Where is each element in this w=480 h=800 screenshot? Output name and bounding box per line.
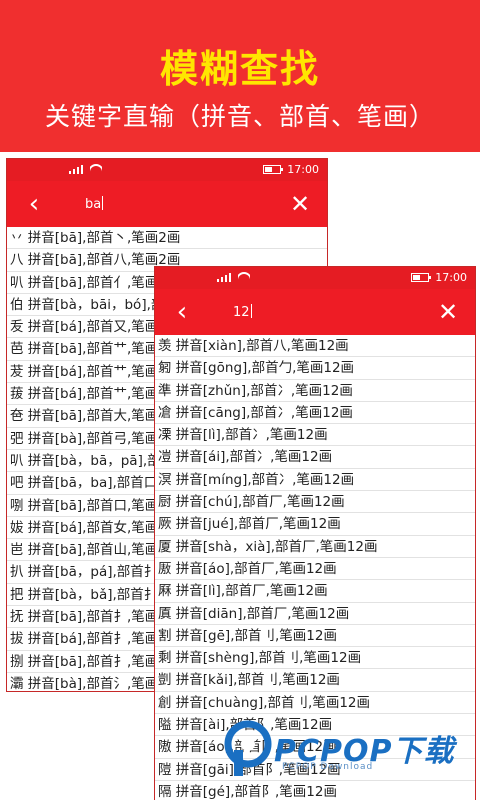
search-input[interactable]: ba [85,196,104,212]
search-input[interactable]: 12 [233,304,252,320]
list-item[interactable]: 凒 拼音[ái],部首冫,笔画12画 [155,446,475,469]
status-time: 17:00 [287,163,319,176]
list-item[interactable]: 割 拼音[gē],部首刂,笔画12画 [155,625,475,648]
list-item[interactable]: 羡 拼音[xiàn],部首八,笔画12画 [155,335,475,358]
pcpop-logo-icon [224,720,272,776]
battery-icon [411,273,432,282]
list-item[interactable]: 厫 拼音[áo],部首厂,笔画12画 [155,558,475,581]
list-item[interactable]: 厧 拼音[diān],部首厂,笔画12画 [155,603,475,625]
banner-title: 模糊查找 [159,47,320,91]
watermark-subtitle: PCPOP Download [282,762,374,772]
status-bar: 17:00 [7,159,327,181]
battery-icon [263,165,284,174]
list-item[interactable]: 準 拼音[zhǔn],部首冫,笔画12画 [155,380,475,402]
wifi-icon [90,164,102,174]
list-item[interactable]: 剴 拼音[kǎi],部首刂,笔画12画 [155,669,475,692]
list-item[interactable]: 溟 拼音[míng],部首冫,笔画12画 [155,469,475,492]
pcpop-watermark: PCPOP下载 PCPOP Download [222,716,474,786]
banner-subtitle: 关键字直输（拼音、部首、笔画） [44,102,435,131]
search-toolbar: ‹ 12 ✕ [155,289,475,335]
wifi-icon [238,272,250,282]
close-icon[interactable]: ✕ [431,295,465,329]
chevron-left-icon[interactable]: ‹ [165,295,199,329]
list-item[interactable]: 匑 拼音[gōng],部首勹,笔画12画 [155,357,475,380]
search-toolbar: ‹ ba ✕ [7,181,327,227]
status-time: 17:00 [435,271,467,284]
list-item[interactable]: 厨 拼音[chú],部首厂,笔画12画 [155,491,475,514]
list-item[interactable]: 厦 拼音[shà，xià],部首厂,笔画12画 [155,536,475,558]
promo-banner: 模糊查找 关键字直输（拼音、部首、笔画） [0,0,480,152]
list-item[interactable]: 丷 拼音[bā],部首丶,笔画2画 [7,227,327,250]
chevron-left-icon[interactable]: ‹ [17,187,51,221]
list-item[interactable]: 厥 拼音[jué],部首厂,笔画12画 [155,513,475,536]
status-bar: 17:00 [155,267,475,289]
watermark-brand-cn: 下载 [392,734,455,769]
close-icon[interactable]: ✕ [283,187,317,221]
list-item[interactable]: 凔 拼音[cāng],部首冫,笔画12画 [155,402,475,425]
list-item[interactable]: 創 拼音[chuàng],部首刂,笔画12画 [155,692,475,715]
list-item[interactable]: 凓 拼音[lì],部首冫,笔画12画 [155,424,475,447]
signal-wifi-icons [69,164,102,174]
signal-wifi-icons [217,272,250,282]
signal-icon [69,171,71,174]
list-item[interactable]: 厤 拼音[lì],部首厂,笔画12画 [155,580,475,603]
signal-icon [217,279,219,282]
list-item[interactable]: 剩 拼音[shèng],部首刂,笔画12画 [155,647,475,670]
